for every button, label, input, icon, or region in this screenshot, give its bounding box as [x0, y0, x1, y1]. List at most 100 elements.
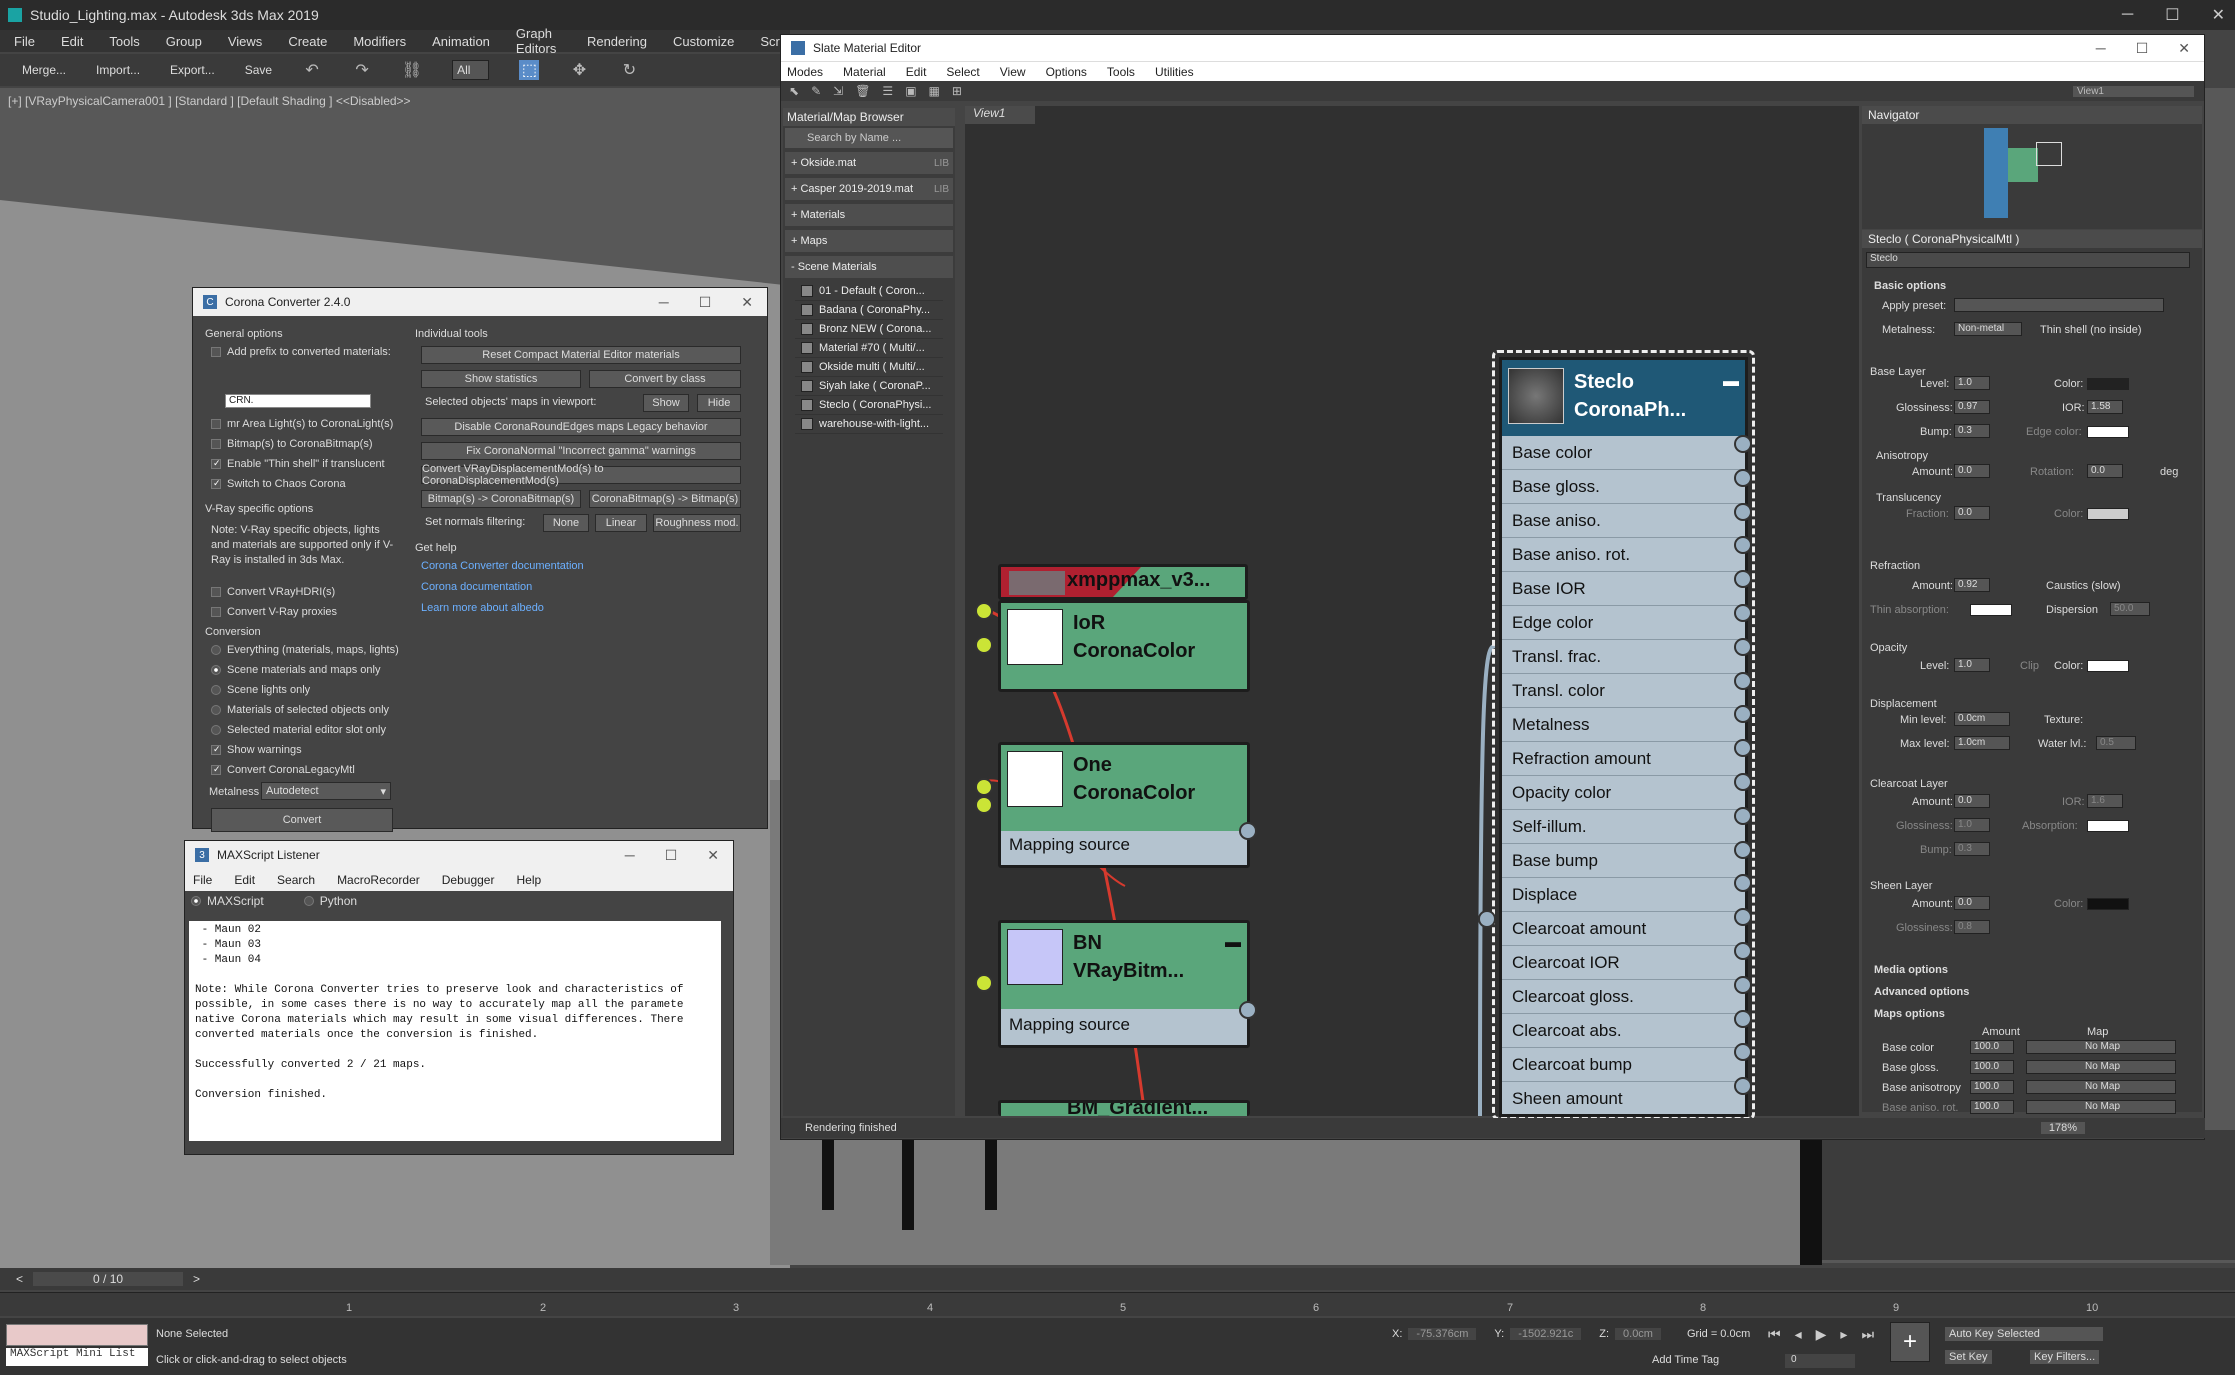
slate-menu-utilities[interactable]: Utilities	[1155, 65, 1194, 79]
time-slider[interactable]: < 0 / 10 >	[0, 1268, 2235, 1290]
sheen-gloss-field[interactable]: 0.8	[1954, 920, 1990, 934]
map-row-map-button[interactable]: No Map	[2026, 1060, 2176, 1074]
node-slot[interactable]: Transl. color	[1502, 674, 1745, 708]
convert-proxies-option[interactable]: Convert V-Ray proxies	[211, 602, 337, 622]
node-ior[interactable]: IoR CoronaColor	[998, 600, 1250, 692]
node-slot[interactable]: Clearcoat gloss.	[1502, 980, 1745, 1014]
checkbox[interactable]	[211, 439, 221, 449]
conversion-option[interactable]: Everything (materials, maps, lights)	[211, 640, 399, 660]
category-scene-materials[interactable]: - Scene Materials	[785, 256, 953, 278]
maximize-icon[interactable]: ☐	[699, 294, 712, 311]
node-bn[interactable]: BN VRayBitm... ▬ Mapping source	[998, 920, 1250, 1048]
slate-menu-modes[interactable]: Modes	[787, 65, 823, 79]
conversion-option[interactable]: Scene lights only	[211, 680, 399, 700]
min-level-field[interactable]: 0.0cm	[1954, 712, 2010, 726]
ior-field[interactable]: 1.58	[2087, 400, 2123, 414]
layout-icon[interactable]: ☰	[882, 84, 893, 98]
node-slot[interactable]: Opacity color	[1502, 776, 1745, 810]
node-slot[interactable]: Clearcoat bump	[1502, 1048, 1745, 1082]
filter-linear-button[interactable]: Linear	[595, 514, 647, 532]
node-slot[interactable]: Base aniso. rot.	[1502, 538, 1745, 572]
dispersion-option[interactable]: Dispersion	[2046, 604, 2098, 616]
node-one[interactable]: One CoronaColor Mapping source	[998, 742, 1250, 868]
maximize-icon[interactable]: ☐	[2165, 5, 2179, 25]
assign-icon[interactable]: ⇲	[833, 84, 843, 98]
menu-file[interactable]: File	[14, 34, 35, 49]
show-map-icon[interactable]: ▣	[905, 84, 916, 98]
close-icon[interactable]: ✕	[707, 847, 719, 864]
slate-menu-select[interactable]: Select	[946, 65, 979, 79]
slate-menu-material[interactable]: Material	[843, 65, 886, 79]
menu-graph-editors[interactable]: Graph Editors	[516, 26, 561, 56]
node-slot[interactable]: Base color	[1502, 436, 1745, 470]
time-prev[interactable]: <	[16, 1272, 23, 1286]
convert-displacement-button[interactable]: Convert VRayDisplacementMod(s) to Corona…	[421, 463, 741, 487]
slot-port[interactable]	[1734, 637, 1752, 656]
map-row-map-button[interactable]: No Map	[2026, 1080, 2176, 1094]
node-slot[interactable]: Clearcoat amount	[1502, 912, 1745, 946]
key-filters-button[interactable]: Key Filters...	[2030, 1350, 2100, 1364]
minimize-icon[interactable]: ─	[2122, 6, 2133, 24]
slate-titlebar[interactable]: Slate Material Editor ─ ☐ ✕	[781, 35, 2204, 61]
mini-listener[interactable]: MAXScript Mini List	[6, 1348, 148, 1366]
menu-create[interactable]: Create	[288, 34, 327, 49]
slot-port[interactable]	[1734, 975, 1752, 994]
node-slot[interactable]: Clearcoat abs.	[1502, 1014, 1745, 1048]
slot-port[interactable]	[1734, 1009, 1752, 1028]
map-row-label[interactable]: Base aniso. rot.	[1882, 1102, 1958, 1114]
conversion-option[interactable]: Scene materials and maps only	[211, 660, 399, 680]
import-button[interactable]: Import...	[96, 63, 140, 77]
move-icon[interactable]: ✥	[569, 60, 589, 80]
input-port[interactable]	[975, 974, 993, 992]
radio[interactable]	[211, 645, 221, 655]
listener-menu-debugger[interactable]: Debugger	[442, 873, 495, 887]
converter-titlebar[interactable]: C Corona Converter 2.4.0 ─ ☐ ✕	[193, 288, 767, 316]
metalness-dropdown[interactable]: Non-metal	[1954, 322, 2022, 336]
fraction-field[interactable]: 0.0	[1954, 506, 1990, 520]
menu-group[interactable]: Group	[166, 34, 202, 49]
bump-field[interactable]: 0.3	[1954, 424, 1990, 438]
input-port[interactable]	[1478, 910, 1496, 928]
radio[interactable]	[191, 896, 201, 906]
menu-tools[interactable]: Tools	[109, 34, 139, 49]
z-field[interactable]: 0.0cm	[1615, 1328, 1661, 1340]
node-slot[interactable]: Base gloss.	[1502, 470, 1745, 504]
listener-menu-help[interactable]: Help	[516, 873, 541, 887]
export-button[interactable]: Export...	[170, 63, 215, 77]
fix-coronanormal-button[interactable]: Fix CoronaNormal "Incorrect gamma" warni…	[421, 442, 741, 460]
prev-frame-icon[interactable]: ◂	[1795, 1326, 1802, 1343]
preset-dropdown[interactable]	[1954, 298, 2164, 312]
node-steclo-selected[interactable]: Steclo CoronaPh... ▬ Base color Base gloss…	[1492, 350, 1755, 1120]
listener-titlebar[interactable]: 3 MAXScript Listener ─ ☐ ✕	[185, 841, 733, 869]
dispersion-field[interactable]: 50.0	[2110, 602, 2150, 616]
redo-icon[interactable]: ↷	[352, 60, 372, 80]
menu-customize[interactable]: Customize	[673, 34, 734, 49]
maximize-icon[interactable]: ☐	[2136, 40, 2149, 57]
checkbox[interactable]	[211, 587, 221, 597]
listener-menu-edit[interactable]: Edit	[234, 873, 255, 887]
scene-material-item[interactable]: Okside multi ( Multi/...	[795, 358, 943, 377]
material-name-field[interactable]: Steclo	[1866, 252, 2190, 268]
node-slot[interactable]: Base aniso.	[1502, 504, 1745, 538]
filter-none-button[interactable]: None	[543, 514, 589, 532]
node-slot[interactable]: Refraction amount	[1502, 742, 1745, 776]
key-mode-dropdown[interactable]: Selected	[1993, 1327, 2103, 1341]
clearcoat-gloss-field[interactable]: 1.0	[1954, 818, 1990, 832]
menu-animation[interactable]: Animation	[432, 34, 490, 49]
checkbox[interactable]	[211, 419, 221, 429]
zoom-level[interactable]: 178%	[2040, 1122, 2085, 1134]
base-level-field[interactable]: 1.0	[1954, 376, 1990, 390]
convert-button[interactable]: Convert	[211, 808, 393, 832]
radio[interactable]	[211, 665, 221, 675]
node-slot[interactable]: Metalness	[1502, 708, 1745, 742]
map-row-label[interactable]: Base gloss.	[1882, 1062, 1939, 1074]
converter-option[interactable]: Enable "Thin shell" if translucent	[211, 454, 393, 474]
slate-menu-view[interactable]: View	[1000, 65, 1026, 79]
collapse-icon[interactable]: ▬	[1723, 368, 1739, 396]
basic-options-rollout[interactable]: Basic options	[1874, 280, 1946, 292]
menu-edit[interactable]: Edit	[61, 34, 83, 49]
refraction-amount-field[interactable]: 0.92	[1954, 578, 1990, 592]
tab-maxscript[interactable]: MAXScript	[191, 894, 264, 908]
slot-port[interactable]	[1734, 942, 1752, 960]
converter-docs-link[interactable]: Corona Converter documentation	[421, 560, 584, 581]
